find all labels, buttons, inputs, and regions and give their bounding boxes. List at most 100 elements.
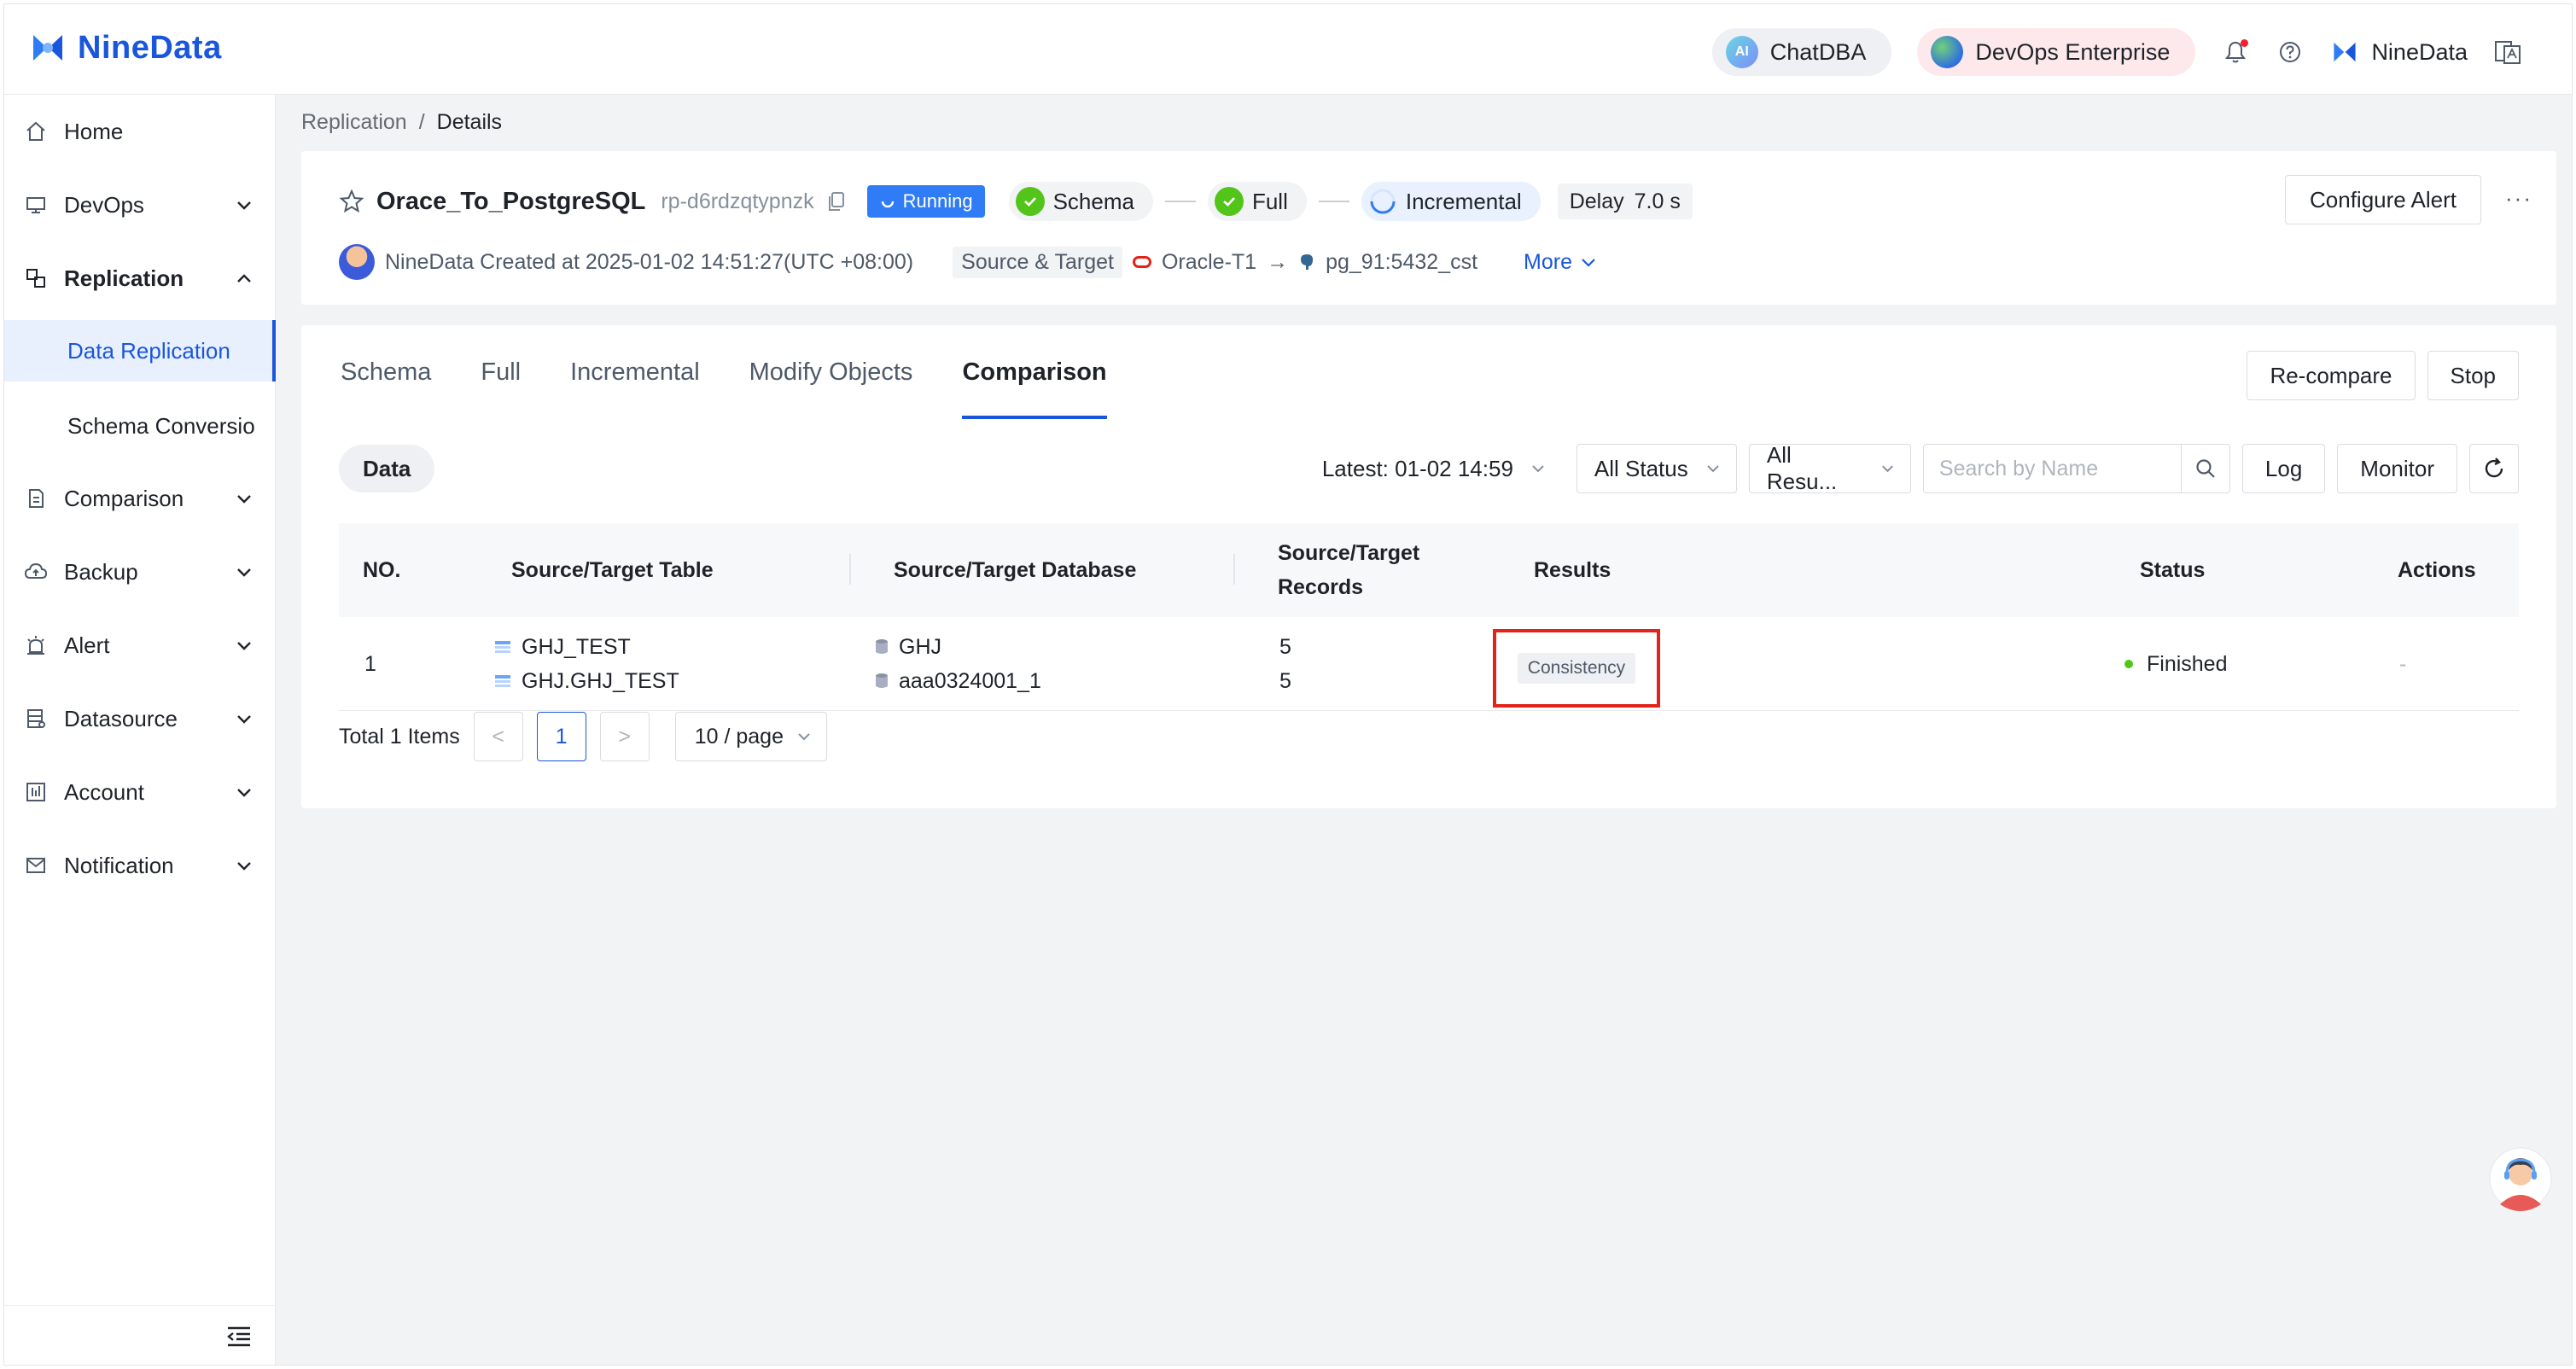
brand-name: NineData bbox=[78, 29, 222, 66]
brand-logo[interactable]: NineData bbox=[28, 28, 222, 67]
results-select[interactable]: All Resu... bbox=[1748, 442, 1911, 494]
records-header-line2: Records bbox=[1278, 575, 1364, 599]
language-icon[interactable] bbox=[2493, 38, 2522, 67]
support-assistant-icon[interactable] bbox=[2488, 1145, 2553, 1213]
check-circle-icon bbox=[1214, 187, 1244, 216]
chevron-down-icon bbox=[1707, 465, 1719, 473]
configure-alert-button[interactable]: Configure Alert bbox=[2285, 175, 2481, 224]
sidebar-item-notification[interactable]: Notification bbox=[4, 836, 276, 895]
stop-button[interactable]: Stop bbox=[2427, 351, 2519, 400]
delay-label: Delay bbox=[1569, 189, 1624, 213]
target-table-name: GHJ.GHJ_TEST bbox=[522, 668, 679, 693]
sidebar-item-backup[interactable]: Backup bbox=[4, 542, 276, 602]
page-size-select[interactable]: 10 / page bbox=[674, 712, 827, 761]
data-filter-chip[interactable]: Data bbox=[339, 445, 435, 492]
user-logo-icon bbox=[2334, 42, 2357, 62]
chevron-down-icon bbox=[1532, 465, 1544, 473]
chevron-down-icon bbox=[798, 733, 810, 741]
tab-modify-objects[interactable]: Modify Objects bbox=[749, 325, 913, 419]
devops-enterprise-button[interactable]: DevOps Enterprise bbox=[1917, 28, 2196, 76]
chevron-down-icon bbox=[1882, 465, 1893, 473]
arrow-right-icon: → bbox=[1267, 249, 1289, 274]
loading-icon bbox=[881, 201, 894, 208]
cell-no: 1 bbox=[364, 617, 376, 711]
stage-label: Full bbox=[1251, 188, 1288, 214]
cell-status: Finished bbox=[2124, 617, 2228, 711]
task-name: Orace_To_PostgreSQL bbox=[376, 187, 646, 215]
sidebar-item-home[interactable]: Home bbox=[4, 102, 276, 161]
sidebar-item-label: Datasource bbox=[64, 705, 178, 731]
breadcrumb-replication-link[interactable]: Replication bbox=[301, 110, 407, 135]
chevron-down-icon bbox=[237, 789, 251, 797]
user-menu[interactable]: NineData bbox=[2330, 38, 2468, 67]
breadcrumb-current: Details bbox=[436, 110, 503, 134]
sidebar-item-account[interactable]: Account bbox=[4, 762, 276, 822]
sidebar-item-alert[interactable]: Alert bbox=[4, 615, 276, 675]
page-1-button[interactable]: 1 bbox=[536, 712, 586, 761]
status-badge: Running bbox=[866, 185, 985, 218]
cell-actions: - bbox=[2399, 617, 2406, 711]
target-datasource[interactable]: pg_91:5432_cst bbox=[1326, 250, 1477, 275]
prev-page-button[interactable]: < bbox=[473, 712, 523, 761]
task-meta-row: NineData Created at 2025-01-02 14:51:27(… bbox=[339, 243, 1598, 281]
column-header-database: Source/Target Database bbox=[894, 558, 1137, 582]
row-number: 1 bbox=[364, 651, 376, 676]
chatdba-button[interactable]: AI ChatDBA bbox=[1711, 28, 1892, 76]
source-datasource[interactable]: Oracle-T1 bbox=[1162, 250, 1256, 275]
sidebar-item-comparison[interactable]: Comparison bbox=[4, 469, 276, 528]
collapse-menu-icon[interactable] bbox=[226, 1325, 252, 1349]
notification-dot bbox=[2241, 39, 2249, 47]
search-input[interactable] bbox=[1922, 444, 2181, 493]
bell-icon[interactable] bbox=[2221, 38, 2250, 67]
sidebar-item-datasource[interactable]: Datasource bbox=[4, 689, 276, 749]
next-page-button[interactable]: > bbox=[599, 712, 650, 761]
tab-full[interactable]: Full bbox=[481, 325, 521, 419]
source-table-name: GHJ_TEST bbox=[522, 634, 631, 659]
sidebar-item-label: Schema Conversio bbox=[67, 412, 255, 439]
log-button[interactable]: Log bbox=[2241, 444, 2326, 493]
target-table: GHJ.GHJ_TEST bbox=[494, 667, 679, 695]
sidebar-item-label: DevOps bbox=[64, 191, 144, 218]
tab-schema[interactable]: Schema bbox=[341, 325, 431, 419]
more-link[interactable]: More bbox=[1524, 250, 1598, 275]
avatar bbox=[339, 244, 375, 280]
source-table: GHJ_TEST bbox=[494, 633, 679, 661]
globe-icon bbox=[1931, 36, 1964, 68]
target-database: aaa0324001_1 bbox=[875, 667, 1041, 695]
sidebar-item-label: Comparison bbox=[64, 485, 184, 511]
results-select-value: All Resu... bbox=[1766, 442, 1838, 494]
help-icon[interactable] bbox=[2276, 38, 2305, 67]
delay-indicator: Delay 7.0 s bbox=[1557, 184, 1693, 219]
pagination: Total 1 Items < 1 > 10 / page bbox=[339, 711, 827, 762]
account-icon bbox=[23, 779, 49, 805]
search-button[interactable] bbox=[2180, 444, 2230, 493]
sidebar-item-replication[interactable]: Replication bbox=[4, 248, 276, 308]
column-header-no: NO. bbox=[363, 558, 401, 582]
tab-incremental[interactable]: Incremental bbox=[570, 325, 700, 419]
more-options-icon[interactable]: ··· bbox=[2505, 185, 2532, 212]
tab-bar: Schema Full Incremental Modify Objects C… bbox=[341, 325, 1107, 419]
sidebar-item-devops[interactable]: DevOps bbox=[4, 175, 276, 235]
devops-enterprise-label: DevOps Enterprise bbox=[1975, 38, 2171, 65]
user-name: NineData bbox=[2371, 38, 2468, 65]
chevron-down-icon bbox=[1582, 259, 1595, 267]
action-placeholder: - bbox=[2399, 651, 2407, 676]
star-icon[interactable] bbox=[339, 189, 364, 214]
stage-connector bbox=[1318, 201, 1349, 202]
stage-full: Full bbox=[1207, 182, 1307, 221]
result-tag: Consistency bbox=[1517, 653, 1636, 684]
postgresql-icon bbox=[1301, 254, 1314, 270]
refresh-icon bbox=[2485, 457, 2503, 478]
filter-bar: Latest: 01-02 14:59 All Status All Resu.… bbox=[1322, 442, 2519, 494]
sidebar-item-data-replication[interactable]: Data Replication bbox=[4, 320, 276, 382]
status-select[interactable]: All Status bbox=[1576, 444, 1737, 493]
recompare-button[interactable]: Re-compare bbox=[2247, 351, 2416, 400]
copy-icon[interactable] bbox=[826, 190, 847, 213]
monitor-button[interactable]: Monitor bbox=[2337, 444, 2457, 493]
latest-run-select[interactable]: Latest: 01-02 14:59 bbox=[1322, 456, 1547, 482]
column-divider bbox=[849, 554, 851, 585]
tab-comparison[interactable]: Comparison bbox=[962, 325, 1107, 419]
sidebar-item-schema-conversion[interactable]: Schema Conversio bbox=[4, 395, 276, 457]
sidebar-footer bbox=[4, 1305, 276, 1365]
refresh-button[interactable] bbox=[2469, 444, 2519, 493]
